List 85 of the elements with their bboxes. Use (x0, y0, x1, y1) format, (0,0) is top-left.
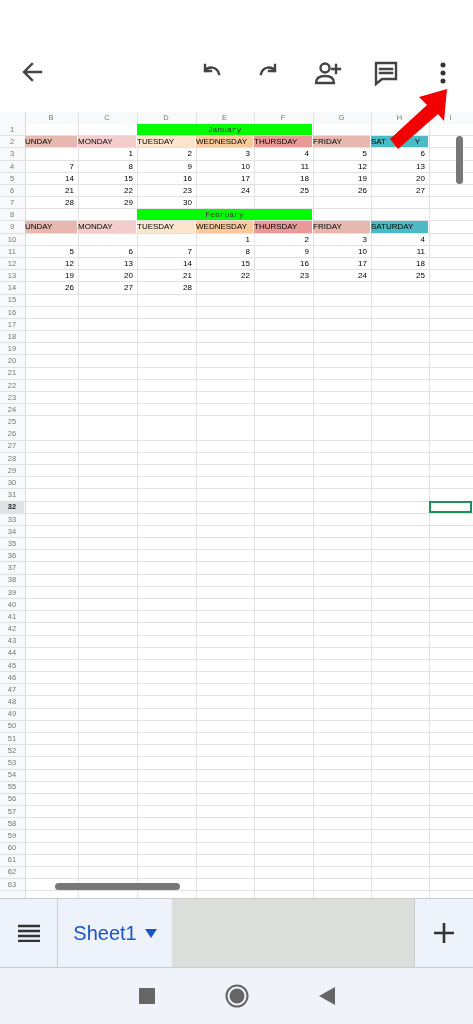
date-cell-text: 19 (357, 172, 368, 184)
date-cell-text: 23 (299, 270, 310, 282)
weekday-cell: FRIDAY (313, 136, 370, 148)
date-cell-text: 8 (127, 160, 134, 172)
date-cell-text: 29 (123, 197, 134, 209)
date-cell-text: 13 (123, 257, 134, 270)
date-cell-text: 9 (186, 160, 193, 172)
weekday-label: Y (414, 136, 420, 148)
date-cell-text: 10 (240, 160, 251, 172)
date-cell-text: 16 (182, 172, 193, 184)
date-cell-text: 26 (64, 282, 75, 294)
weekday-cell: SATURDAY (371, 221, 428, 233)
date-cell-text: 16 (299, 257, 310, 270)
date-cell-text: 3 (361, 233, 368, 245)
date-cell-text: 1 (127, 148, 134, 160)
date-cell-text: 30 (182, 197, 193, 209)
date-cell-text: 18 (299, 172, 310, 184)
weekday-cell: TUESDAY (137, 136, 195, 148)
date-cell-text: 22 (123, 184, 134, 197)
date-cell-text: 11 (299, 160, 310, 172)
date-cell-text: 28 (64, 197, 75, 209)
weekday-cell: THURSDAY (254, 136, 312, 148)
date-cell-text: 7 (68, 160, 75, 172)
date-cell-text: 18 (415, 257, 426, 270)
date-cell-text: 10 (357, 245, 368, 257)
date-cell-text: 2 (186, 148, 193, 160)
date-cell-text: 19 (64, 270, 75, 282)
date-cell-text: 27 (415, 184, 426, 197)
home-button[interactable] (224, 984, 249, 1008)
weekday-cell: WEDNESDAY (196, 136, 253, 148)
horizontal-scrollbar[interactable] (55, 883, 180, 890)
date-cell-text: 20 (415, 172, 426, 184)
weekday-cell: FRIDAY (313, 221, 370, 233)
month-title: January (137, 124, 312, 136)
month-title: February (137, 209, 312, 221)
date-cell-text: 7 (186, 245, 193, 257)
date-cell-text: 15 (123, 172, 134, 184)
date-cell-text: 5 (68, 245, 75, 257)
date-cell-text: 25 (415, 270, 426, 282)
weekday-cell: WEDNESDAY (196, 221, 253, 233)
date-cell-text: 4 (303, 148, 310, 160)
date-cell-text: 3 (244, 148, 251, 160)
date-cell-text: 21 (64, 184, 75, 197)
plus-icon (434, 923, 454, 943)
date-cell-text: 6 (127, 245, 134, 257)
date-cell-text: 1 (244, 233, 251, 245)
date-cell-text: 6 (419, 148, 426, 160)
weekday-cell: THURSDAY (254, 221, 312, 233)
weekday-cell: MONDAY (78, 221, 136, 233)
date-cell-text: 12 (64, 257, 75, 270)
date-cell-text: 5 (361, 148, 368, 160)
date-cell-text: 22 (240, 270, 251, 282)
selected-cell[interactable] (429, 501, 472, 513)
date-cell-text: 11 (415, 245, 426, 257)
date-cell-text: 8 (244, 245, 251, 257)
date-cell-text: 17 (240, 172, 251, 184)
date-cell-text: 23 (182, 184, 193, 197)
date-cell-text: 9 (303, 245, 310, 257)
weekday-label: SAT (371, 136, 386, 148)
date-cell-text: 27 (123, 282, 134, 294)
date-cell-text: 28 (182, 282, 193, 294)
caret-icon (144, 928, 157, 938)
date-cell-text: 13 (415, 160, 426, 172)
date-cell-text: 26 (357, 184, 368, 197)
date-cell-text: 17 (357, 257, 368, 270)
pointer-arrow-icon (389, 88, 449, 150)
date-cell-text: 14 (182, 257, 193, 270)
weekday-cell: TUESDAY (137, 221, 195, 233)
vertical-scrollbar[interactable] (456, 136, 463, 184)
date-cell-text: 15 (240, 257, 251, 270)
date-cell-text: 24 (240, 184, 251, 197)
date-cell-text: 12 (357, 160, 368, 172)
date-cell-text: 4 (419, 233, 426, 245)
date-cell-text: 24 (357, 270, 368, 282)
date-cell-text: 20 (123, 270, 134, 282)
weekday-cell: UNDAY (25, 136, 77, 148)
date-cell-text: 14 (64, 172, 75, 184)
weekday-cell: UNDAY (25, 221, 77, 233)
menu-icon (17, 924, 40, 942)
date-cell-text: 2 (303, 233, 310, 245)
date-cell-text: 21 (182, 270, 193, 282)
recents-button[interactable] (138, 988, 155, 1004)
weekday-cell: MONDAY (78, 136, 136, 148)
date-cell-text: 25 (299, 184, 310, 197)
back-button[interactable] (318, 987, 335, 1005)
